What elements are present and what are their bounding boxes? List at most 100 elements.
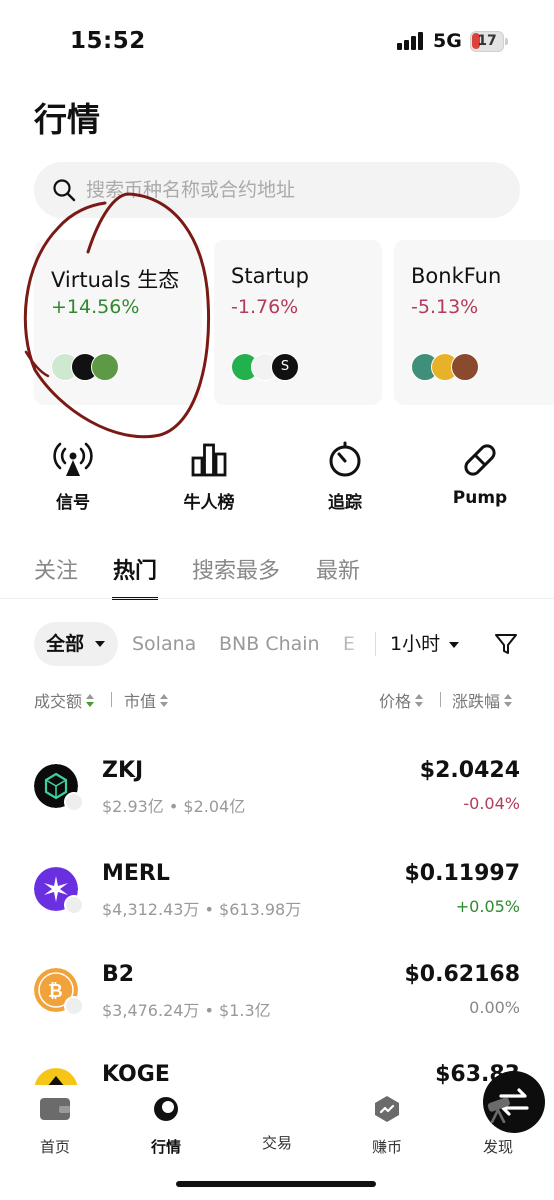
token-change: +0.05%: [455, 897, 520, 916]
search-bar[interactable]: [34, 162, 520, 218]
sort-volume[interactable]: 成交额: [34, 688, 95, 712]
token-change: 0.00%: [469, 998, 520, 1017]
divider: [440, 692, 441, 707]
divider: [111, 692, 112, 707]
quick-action-label: Pump: [452, 488, 508, 508]
chain-badge-icon: [64, 792, 84, 812]
token-price: $0.11997: [404, 861, 520, 886]
chain-filter-solana[interactable]: Solana: [132, 622, 196, 666]
sector-cards: Virtuals 生态 +14.56% Startup -1.76% S Bon…: [34, 240, 554, 405]
pill-icon: [464, 444, 496, 476]
tab-following[interactable]: 关注: [34, 553, 78, 585]
token-price: $0.62168: [404, 962, 520, 987]
tab-most-searched[interactable]: 搜索最多: [192, 553, 280, 585]
chevron-down-icon: [449, 642, 459, 648]
nav-label: 赚币: [371, 1138, 402, 1156]
tab-newest[interactable]: 最新: [316, 553, 360, 585]
token-market-cap: $613.98万: [219, 900, 302, 919]
sector-name: BonkFun: [411, 264, 502, 288]
status-bar: 15:52 5G 17: [0, 0, 554, 80]
wallet-icon: [40, 1098, 70, 1120]
quick-action-leaderboard[interactable]: 牛人榜: [159, 440, 259, 513]
token-row-b2[interactable]: ₿ B2 $3,476.24万 • $1.3亿 $0.62168 0.00%: [34, 960, 520, 1030]
time-range-select[interactable]: 1小时: [390, 622, 459, 666]
nav-trade[interactable]: 交易: [237, 1071, 545, 1153]
battery-icon: 17: [470, 31, 508, 52]
sector-card-bonkfun[interactable]: BonkFun -5.13%: [394, 240, 554, 405]
network-type: 5G: [433, 30, 462, 52]
token-symbol: KOGE: [102, 1062, 170, 1087]
token-symbol: B2: [102, 962, 135, 987]
token-market-cap: $1.3亿: [219, 1001, 271, 1020]
quick-action-label: 信号: [56, 493, 90, 513]
sort-price-label: 价格: [379, 692, 412, 711]
page-title: 行情: [34, 100, 100, 139]
svg-text:₿: ₿: [48, 981, 63, 1002]
nav-label: 首页: [39, 1138, 70, 1156]
token-market-cap: $2.04亿: [183, 797, 246, 816]
battery-level: 17: [477, 33, 497, 49]
quick-action-label: 追踪: [328, 493, 362, 513]
token-volume: $4,312.43万: [102, 900, 200, 919]
sort-arrows-icon: [504, 694, 513, 708]
status-time: 15:52: [70, 28, 146, 54]
sector-card-startup[interactable]: Startup -1.76% S: [214, 240, 382, 405]
sector-name: Virtuals 生态: [51, 268, 180, 292]
token-volume: $2.93亿: [102, 797, 164, 816]
nav-discover[interactable]: 发现: [458, 1095, 538, 1157]
chevron-down-icon: [95, 641, 105, 647]
token-logo: S: [271, 353, 299, 381]
search-input[interactable]: [86, 170, 506, 210]
quick-action-track[interactable]: 追踪: [295, 440, 395, 513]
tab-hot[interactable]: 热门: [113, 553, 157, 585]
nav-home[interactable]: 首页: [15, 1095, 95, 1157]
nav-earn[interactable]: 赚币: [347, 1095, 427, 1157]
sector-change: -1.76%: [231, 296, 299, 318]
sort-arrows-icon: [86, 694, 95, 708]
chain-badge-icon: [64, 996, 84, 1016]
quick-action-signal[interactable]: 信号: [23, 440, 123, 513]
token-volume-mcap: $2.93亿 • $2.04亿: [102, 797, 246, 816]
token-logo: [91, 353, 119, 381]
chain-filter-bar: 全部 Solana BNB Chain E 1小时: [34, 622, 554, 668]
token-volume-mcap: $4,312.43万 • $613.98万: [102, 900, 302, 919]
chain-badge-icon: [64, 895, 84, 915]
sort-price[interactable]: 价格: [379, 688, 424, 712]
token-symbol: ZKJ: [102, 758, 144, 783]
token-change: -0.04%: [463, 794, 520, 813]
divider: [0, 598, 554, 599]
token-row-merl[interactable]: MERL $4,312.43万 • $613.98万 $0.11997 +0.0…: [34, 859, 520, 929]
cellular-signal-icon: [397, 32, 427, 50]
search-icon: [53, 179, 76, 202]
nav-market[interactable]: 行情: [126, 1095, 206, 1157]
nav-label: 发现: [482, 1138, 513, 1156]
filter-icon[interactable]: [494, 632, 518, 656]
token-volume-mcap: $3,476.24万 • $1.3亿: [102, 1001, 271, 1020]
sector-card-virtuals[interactable]: Virtuals 生态 +14.56%: [34, 240, 202, 405]
token-symbol: MERL: [102, 861, 170, 886]
sort-market-cap[interactable]: 市值: [124, 688, 169, 712]
stopwatch-icon: [329, 441, 361, 477]
divider: [375, 632, 376, 656]
chain-filter-all-label: 全部: [46, 633, 85, 655]
token-price: $2.0424: [419, 758, 520, 783]
sort-header-row: 成交额 市值 价格 涨跌幅: [34, 688, 520, 714]
quick-action-pump[interactable]: Pump: [430, 440, 530, 508]
signal-broadcast-icon: [53, 442, 93, 476]
token-logo: [451, 353, 479, 381]
sort-change[interactable]: 涨跌幅: [452, 688, 513, 712]
sort-volume-label: 成交额: [34, 692, 83, 711]
scroll-fade: [334, 622, 374, 666]
market-icon: [154, 1097, 178, 1121]
home-indicator: [176, 1181, 376, 1187]
quick-action-label: 牛人榜: [183, 493, 235, 513]
sector-change: -5.13%: [411, 296, 479, 318]
nav-label: 交易: [261, 1134, 292, 1152]
chain-filter-bnb[interactable]: BNB Chain: [219, 622, 320, 666]
bar-chart-icon: [191, 443, 227, 477]
earn-icon: [375, 1096, 399, 1122]
chain-filter-all[interactable]: 全部: [34, 622, 118, 666]
token-volume: $3,476.24万: [102, 1001, 200, 1020]
token-row-zkj[interactable]: ZKJ $2.93亿 • $2.04亿 $2.0424 -0.04%: [34, 756, 520, 826]
nav-label: 行情: [150, 1138, 181, 1156]
